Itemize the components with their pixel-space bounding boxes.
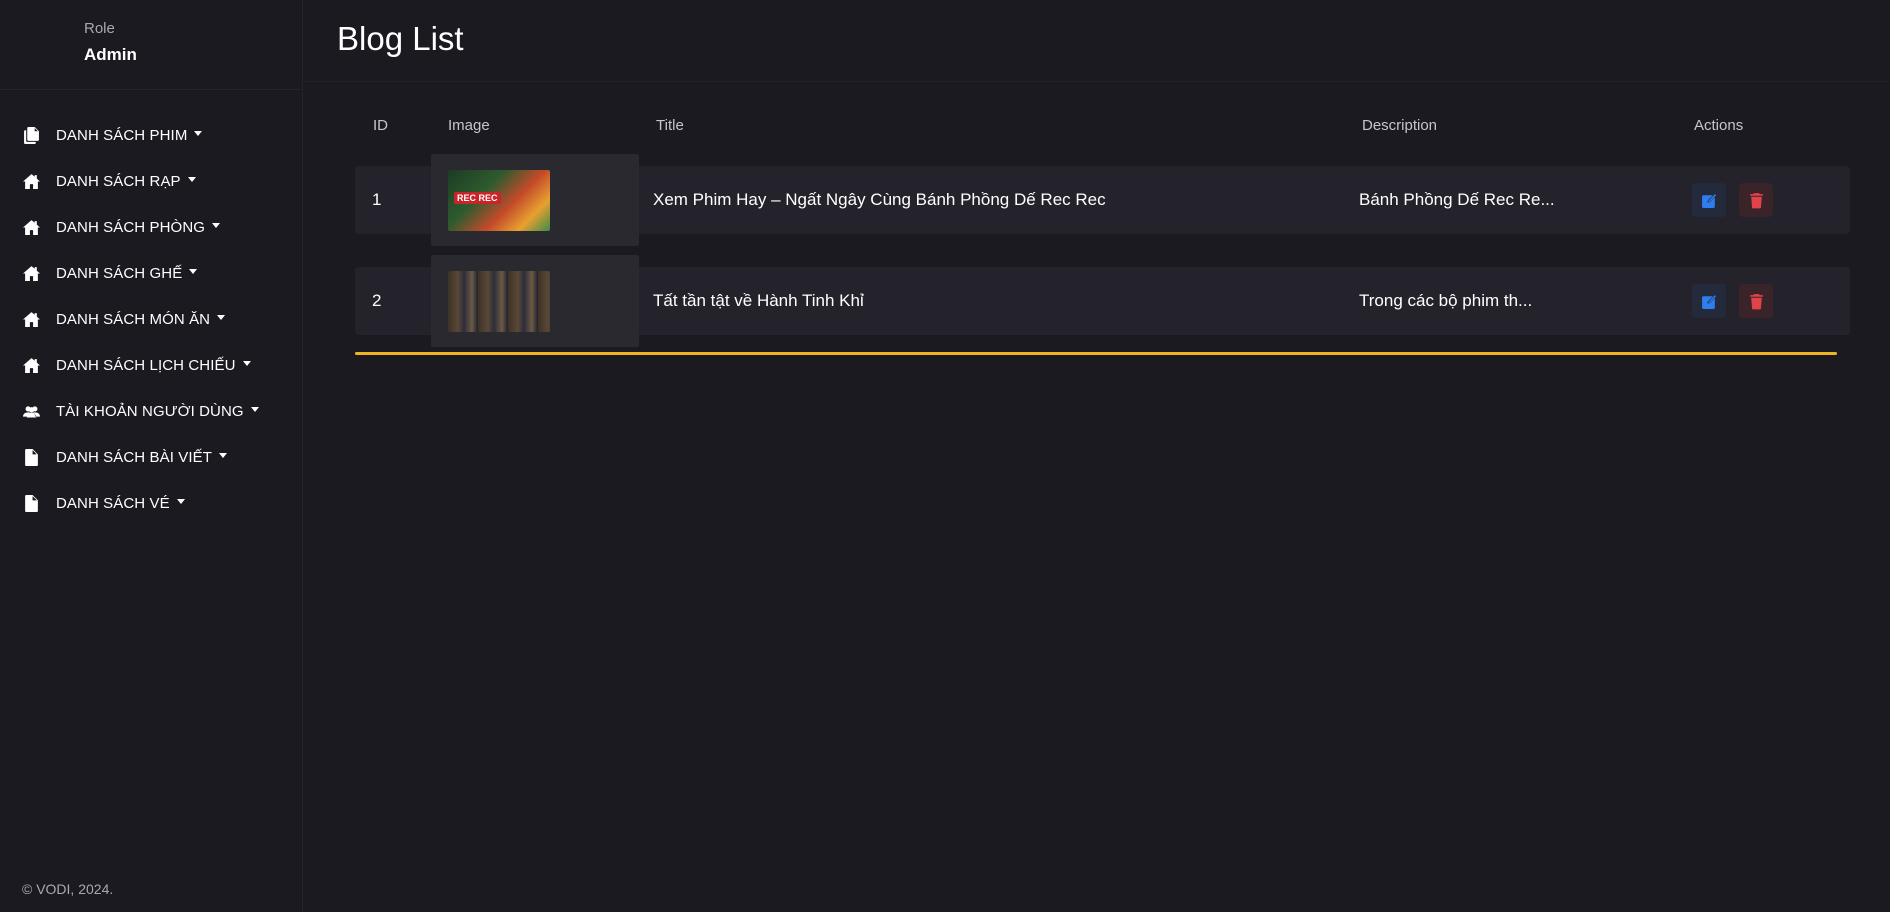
- loading-bar: [355, 352, 1837, 355]
- edit-button[interactable]: [1692, 183, 1726, 217]
- home-icon: [22, 356, 40, 374]
- image-cell: REC REC: [431, 154, 639, 246]
- table-row: 1 REC REC Xem Phim Hay – Ngất Ngây Cùng …: [355, 154, 1850, 246]
- row-id: 2: [372, 291, 382, 310]
- copy-icon: [22, 126, 40, 144]
- edit-button[interactable]: [1692, 284, 1726, 318]
- sidebar-item-label: DANH SÁCH GHẾ: [56, 264, 183, 282]
- trash-icon: [1749, 293, 1763, 309]
- column-header-image: Image: [448, 117, 490, 134]
- caret-down-icon: [176, 498, 185, 504]
- users-icon: [22, 402, 40, 420]
- table-header: ID Image Title Description Actions: [355, 108, 1850, 142]
- file-icon: [22, 494, 40, 512]
- sidebar-item-label: DANH SÁCH PHIM: [56, 126, 188, 144]
- app-root: Role Admin DANH SÁCH PHIM DANH SÁCH RẠP: [0, 0, 1890, 912]
- caret-down-icon: [194, 130, 203, 136]
- page-header: Blog List: [303, 0, 1890, 82]
- column-header-title: Title: [656, 117, 684, 134]
- sidebar-item-label: DANH SÁCH PHÒNG: [56, 218, 206, 236]
- sidebar-item-danh-sach-bai-viet[interactable]: DANH SÁCH BÀI VIẾT: [0, 434, 302, 480]
- sidebar-item-label: DANH SÁCH MÓN ĂN: [56, 310, 211, 328]
- sidebar-item-danh-sach-ghe[interactable]: DANH SÁCH GHẾ: [0, 250, 302, 296]
- image-cell: [431, 255, 639, 347]
- role-label: Role: [84, 20, 115, 37]
- sidebar-item-label: DANH SÁCH RẠP: [56, 172, 181, 190]
- main-content: Blog List ID Image Title Description Act…: [303, 0, 1890, 912]
- column-header-actions: Actions: [1694, 117, 1744, 134]
- sidebar-item-danh-sach-ve[interactable]: DANH SÁCH VÉ: [0, 480, 302, 526]
- footer-copyright: © VODI, 2024.: [22, 881, 114, 897]
- row-description: Trong các bộ phim th...: [1359, 291, 1533, 310]
- home-icon: [22, 218, 40, 236]
- caret-down-icon: [219, 452, 227, 458]
- home-icon: [22, 264, 40, 282]
- sidebar-item-label: DANH SÁCH BÀI VIẾT: [56, 448, 212, 466]
- sidebar-item-label: TÀI KHOẢN NGƯỜI DÙNG: [56, 402, 244, 420]
- trash-icon: [1749, 192, 1763, 208]
- caret-down-icon: [242, 360, 251, 366]
- role-block: Role Admin: [0, 0, 302, 90]
- table-row: 2 Tất tần tật về Hành Tinh Khỉ Trong các…: [355, 255, 1850, 347]
- caret-down-icon: [212, 222, 221, 228]
- column-header-id: ID: [373, 117, 388, 134]
- sidebar-menu: DANH SÁCH PHIM DANH SÁCH RẠP DANH SÁCH P…: [0, 112, 302, 526]
- caret-down-icon: [187, 176, 196, 182]
- sidebar-item-label: DANH SÁCH VÉ: [56, 494, 170, 512]
- file-icon: [22, 448, 40, 466]
- home-icon: [22, 310, 40, 328]
- role-value: Admin: [84, 45, 137, 64]
- delete-button[interactable]: [1739, 183, 1773, 217]
- edit-icon: [1701, 192, 1717, 208]
- sidebar-item-danh-sach-rap[interactable]: DANH SÁCH RẠP: [0, 158, 302, 204]
- sidebar-item-label: DANH SÁCH LỊCH CHIẾU: [56, 356, 236, 374]
- column-header-description: Description: [1362, 117, 1438, 134]
- sidebar-item-danh-sach-phong[interactable]: DANH SÁCH PHÒNG: [0, 204, 302, 250]
- blog-table: ID Image Title Description Actions 1 REC…: [355, 108, 1850, 355]
- sidebar-item-danh-sach-mon-an[interactable]: DANH SÁCH MÓN ĂN: [0, 296, 302, 342]
- sidebar-item-tai-khoan-nguoi-dung[interactable]: TÀI KHOẢN NGƯỜI DÙNG: [0, 388, 302, 434]
- page-title: Blog List: [337, 20, 464, 57]
- thumbnail-text: REC REC: [454, 192, 501, 204]
- sidebar: Role Admin DANH SÁCH PHIM DANH SÁCH RẠP: [0, 0, 303, 912]
- blog-thumbnail: REC REC: [448, 170, 550, 231]
- sidebar-item-danh-sach-phim[interactable]: DANH SÁCH PHIM: [0, 112, 302, 158]
- delete-button[interactable]: [1739, 284, 1773, 318]
- caret-down-icon: [250, 406, 259, 412]
- row-id: 1: [372, 190, 382, 209]
- row-description: Bánh Phồng Dế Rec Re...: [1359, 190, 1555, 209]
- caret-down-icon: [217, 314, 226, 320]
- edit-icon: [1701, 293, 1717, 309]
- sidebar-item-danh-sach-lich-chieu[interactable]: DANH SÁCH LỊCH CHIẾU: [0, 342, 302, 388]
- caret-down-icon: [189, 268, 198, 274]
- blog-thumbnail: [448, 271, 550, 332]
- row-title: Tất tần tật về Hành Tinh Khỉ: [653, 291, 864, 310]
- home-icon: [22, 172, 40, 190]
- row-title: Xem Phim Hay – Ngất Ngây Cùng Bánh Phồng…: [653, 190, 1106, 209]
